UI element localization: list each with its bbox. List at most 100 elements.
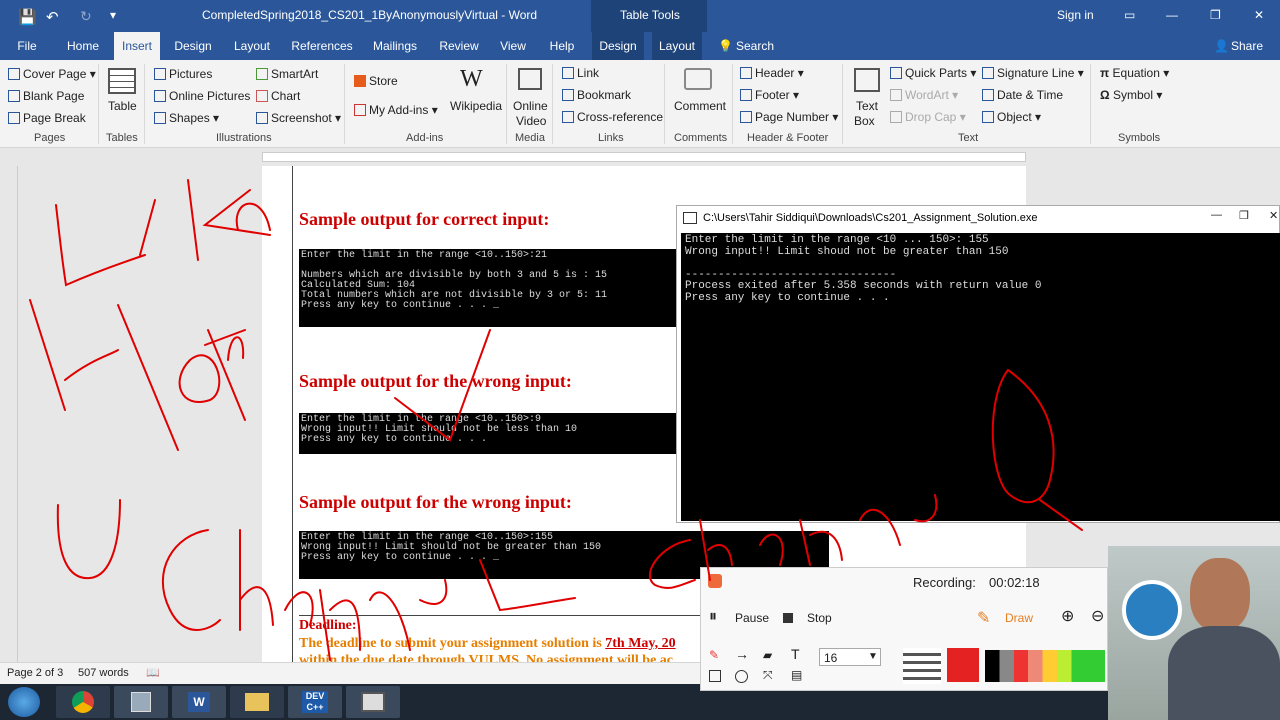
ellipse-tool-icon[interactable]	[735, 670, 748, 683]
ribbon-insert: Cover Page ▾ Blank Page Page Break Pages…	[0, 60, 1280, 148]
page-number-button[interactable]: Page Number ▾	[740, 110, 838, 124]
tab-insert[interactable]: Insert	[114, 32, 160, 60]
color-palette[interactable]	[985, 650, 1105, 682]
console-minimize-icon[interactable]: —	[1211, 209, 1222, 221]
signature-line-button[interactable]: Signature Line ▾	[982, 66, 1084, 80]
sign-in-link[interactable]: Sign in	[1057, 8, 1094, 22]
console-close-icon[interactable]: ✕	[1269, 209, 1278, 222]
word-taskbar-button[interactable]: W	[172, 686, 226, 718]
pencil-icon[interactable]: ✎	[977, 608, 990, 628]
comment-button[interactable]: Comment	[674, 99, 726, 113]
object-button[interactable]: Object ▾	[982, 110, 1041, 124]
vertical-ruler[interactable]	[0, 166, 18, 662]
console-taskbar-button[interactable]	[346, 686, 400, 718]
store-button[interactable]: Store	[354, 74, 398, 88]
minimize-icon[interactable]: —	[1166, 8, 1178, 22]
tab-mailings[interactable]: Mailings	[368, 32, 422, 60]
cross-reference-button[interactable]: Cross-reference	[562, 110, 663, 124]
wikipedia-icon[interactable]: W	[460, 66, 483, 93]
stop-button[interactable]: Stop	[807, 611, 832, 625]
eraser-tool-icon[interactable]: ▰	[763, 648, 772, 662]
date-time-button[interactable]: Date & Time	[982, 88, 1063, 102]
page-break-button[interactable]: Page Break	[8, 111, 86, 125]
proofing-icon[interactable]: 📖	[146, 666, 160, 679]
screenshot-button[interactable]: Screenshot ▾	[256, 111, 341, 125]
group-comments: Comments	[674, 132, 728, 144]
wikipedia-button[interactable]: Wikipedia	[450, 99, 502, 113]
start-button[interactable]	[8, 687, 40, 717]
tab-review[interactable]: Review	[434, 32, 484, 60]
pen-size-select[interactable]: 16 ▼	[819, 648, 881, 666]
horizontal-ruler[interactable]	[0, 148, 1280, 166]
tell-me-search[interactable]: Search	[736, 32, 774, 60]
console-app-icon	[683, 212, 697, 224]
text-tool-icon[interactable]: T	[791, 646, 800, 662]
page-count[interactable]: Page 2 of 3	[7, 667, 63, 679]
online-pictures-button[interactable]: Online Pictures	[154, 89, 250, 103]
file-explorer-taskbar-button[interactable]	[230, 686, 284, 718]
text-box-line2[interactable]: Box	[854, 114, 875, 128]
tab-design[interactable]: Design	[170, 32, 216, 60]
rectangle-tool-icon[interactable]	[709, 670, 721, 682]
save-icon[interactable]: 💾	[18, 8, 37, 26]
zoom-in-icon[interactable]: ⊕	[1061, 606, 1074, 626]
tab-references[interactable]: References	[288, 32, 356, 60]
devcpp-taskbar-button[interactable]: DEV C++	[288, 686, 342, 718]
redo-icon[interactable]: ↻	[80, 8, 92, 25]
console-maximize-icon[interactable]: ❐	[1239, 209, 1249, 222]
console-window[interactable]: C:\Users\Tahir Siddiqui\Downloads\Cs201_…	[676, 205, 1280, 523]
ribbon-tabs: File Home Insert Design Layout Reference…	[0, 32, 1280, 60]
text-box-line1[interactable]: Text	[856, 99, 878, 113]
chrome-taskbar-button[interactable]	[56, 686, 110, 718]
tab-table-layout[interactable]: Layout	[652, 32, 702, 60]
tab-help[interactable]: Help	[542, 32, 582, 60]
my-addins-button[interactable]: My Add-ins ▾	[354, 103, 438, 117]
stop-icon[interactable]	[783, 613, 793, 623]
header-button[interactable]: Header ▾	[740, 66, 804, 80]
ribbon-display-icon[interactable]: ▭	[1124, 8, 1135, 22]
online-video-line2[interactable]: Video	[516, 114, 546, 128]
maximize-icon[interactable]: ❐	[1210, 8, 1221, 22]
bookmark-button[interactable]: Bookmark	[562, 88, 631, 102]
symbol-button[interactable]: Ω Symbol ▾	[1100, 88, 1162, 102]
tab-table-design[interactable]: Design	[592, 32, 644, 60]
current-color-swatch[interactable]	[947, 648, 979, 682]
quick-parts-button[interactable]: Quick Parts ▾	[890, 66, 976, 80]
pause-icon[interactable]: ⏸	[709, 608, 717, 626]
cover-page-label: Cover Page	[23, 67, 87, 81]
shapes-button[interactable]: Shapes ▾	[154, 111, 219, 125]
undo-icon[interactable]: ↶	[46, 8, 59, 26]
qat-menu-icon[interactable]: ▾	[110, 8, 116, 22]
cursor-tool-icon[interactable]: ⤧	[763, 668, 773, 683]
draw-button[interactable]: Draw	[1005, 611, 1033, 625]
word-count[interactable]: 507 words	[78, 667, 129, 679]
table-icon[interactable]	[108, 68, 136, 94]
smartart-icon	[256, 68, 268, 80]
arrow-tool-icon[interactable]: →	[735, 646, 749, 662]
table-button[interactable]: Table	[108, 99, 137, 113]
chart-button[interactable]: Chart	[256, 89, 300, 103]
online-video-line1[interactable]: Online	[513, 99, 548, 113]
blank-page-button[interactable]: Blank Page	[8, 89, 84, 103]
share-button[interactable]: Share	[1230, 32, 1264, 60]
cover-page-button[interactable]: Cover Page ▾	[8, 67, 96, 81]
bookmark-label: Bookmark	[577, 88, 632, 102]
tab-layout[interactable]: Layout	[228, 32, 276, 60]
zoom-out-icon[interactable]: ⊖	[1091, 606, 1104, 626]
pen-tool-icon[interactable]: ✎	[709, 648, 719, 662]
equation-button[interactable]: π Equation ▾	[1100, 66, 1169, 80]
close-icon[interactable]: ✕	[1254, 8, 1264, 22]
pictures-button[interactable]: Pictures	[154, 67, 212, 81]
page-number-label: Page Number	[755, 110, 830, 124]
highlight-tool-icon[interactable]: ▤	[791, 668, 802, 682]
tab-file[interactable]: File	[8, 32, 46, 60]
smartart-button[interactable]: SmartArt	[256, 67, 318, 81]
wordart-label: WordArt	[905, 88, 949, 102]
tab-home[interactable]: Home	[60, 32, 106, 60]
link-button[interactable]: Link	[562, 66, 599, 80]
footer-button[interactable]: Footer ▾	[740, 88, 799, 102]
explorer-app-taskbar-button[interactable]	[114, 686, 168, 718]
line-width-options[interactable]	[903, 648, 941, 684]
tab-view[interactable]: View	[494, 32, 532, 60]
pause-button[interactable]: Pause	[735, 611, 769, 625]
